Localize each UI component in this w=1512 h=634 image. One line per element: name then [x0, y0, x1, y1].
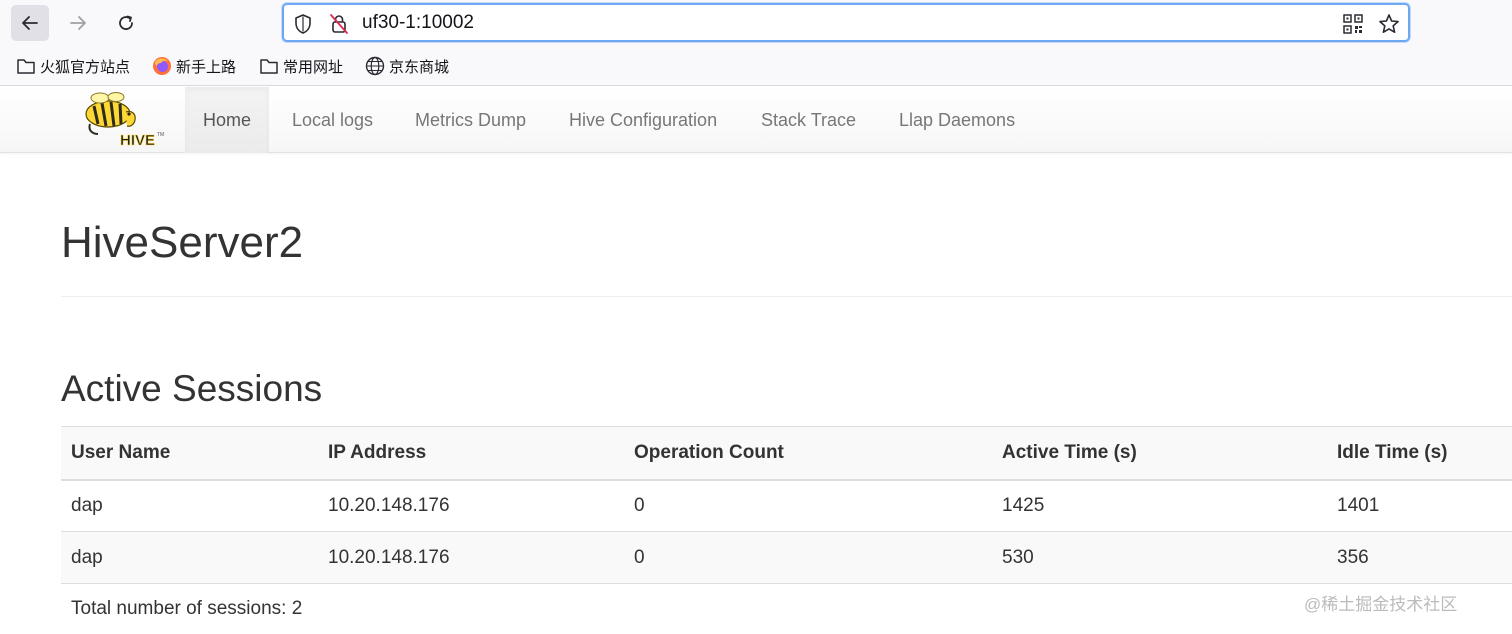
cell-user-name: dap	[61, 531, 318, 584]
cell-idle-time: 356	[1327, 531, 1512, 584]
globe-icon	[365, 56, 385, 76]
firefox-icon	[152, 56, 172, 76]
url-text[interactable]: uf30-1:10002	[362, 12, 474, 34]
column-header: User Name	[61, 426, 318, 481]
section-title: Active Sessions	[61, 368, 323, 409]
hive-logo[interactable]: HIVE TM	[80, 90, 165, 149]
bookmark-star-icon[interactable]	[1378, 13, 1400, 35]
table-header-row: User Name IP Address Operation Count Act…	[61, 426, 1512, 481]
forward-button[interactable]	[59, 5, 97, 41]
arrow-right-icon	[70, 16, 86, 30]
cell-user-name: dap	[61, 479, 318, 532]
column-header: Active Time (s)	[992, 426, 1327, 481]
hive-navbar: HIVE TM Home Local logs Metrics Dump Hiv…	[0, 87, 1512, 153]
qr-code-icon[interactable]	[1342, 13, 1364, 35]
column-header: Idle Time (s)	[1327, 426, 1512, 481]
bookmark-label: 常用网址	[283, 58, 344, 76]
nav-metrics-dump[interactable]: Metrics Dump	[397, 87, 544, 153]
column-header: IP Address	[318, 426, 624, 481]
total-sessions: Total number of sessions: 2	[61, 583, 1512, 634]
cell-operation-count: 0	[624, 531, 992, 584]
browser-toolbar: uf30-1:10002	[0, 0, 1512, 46]
arrow-left-icon	[22, 16, 38, 30]
cell-operation-count: 0	[624, 479, 992, 532]
svg-text:HIVE: HIVE	[120, 132, 155, 148]
divider	[61, 296, 1512, 297]
reload-icon	[119, 15, 133, 30]
nav-home[interactable]: Home	[185, 87, 270, 153]
bookmark-label: 火狐官方站点	[40, 58, 131, 76]
bookmarks-bar: 火狐官方站点 新手上路 常用网址 京东商城	[0, 46, 1512, 86]
table-footer-row: Total number of sessions: 2	[61, 583, 1512, 634]
reload-button[interactable]	[107, 5, 145, 41]
nav-llap-daemons[interactable]: Llap Daemons	[881, 87, 1033, 153]
table-row: dap 10.20.148.176 0 530 356	[61, 531, 1512, 584]
cell-ip-address: 10.20.148.176	[318, 531, 624, 584]
bookmark-item[interactable]: 火狐官方站点	[16, 55, 130, 77]
back-button[interactable]	[11, 5, 49, 41]
nav-stack-trace[interactable]: Stack Trace	[743, 87, 874, 153]
cell-ip-address: 10.20.148.176	[318, 479, 624, 532]
shield-icon[interactable]	[292, 13, 314, 35]
bookmark-label: 新手上路	[176, 58, 237, 76]
column-header: Operation Count	[624, 426, 992, 481]
bookmark-label: 京东商城	[389, 58, 450, 76]
page-title: HiveServer2	[61, 218, 304, 267]
cell-active-time: 1425	[992, 479, 1327, 532]
cell-idle-time: 1401	[1327, 479, 1512, 532]
insecure-lock-icon[interactable]	[328, 13, 350, 35]
folder-icon	[259, 56, 279, 76]
bookmark-item[interactable]: 新手上路	[152, 55, 236, 77]
bookmark-item[interactable]: 常用网址	[259, 55, 343, 77]
cell-active-time: 530	[992, 531, 1327, 584]
bookmark-item[interactable]: 京东商城	[365, 55, 449, 77]
folder-icon	[16, 56, 36, 76]
watermark: @稀土掘金技术社区	[1304, 595, 1458, 614]
url-bar[interactable]: uf30-1:10002	[282, 3, 1410, 42]
table-row: dap 10.20.148.176 0 1425 1401	[61, 479, 1512, 532]
active-sessions-table: User Name IP Address Operation Count Act…	[61, 426, 1512, 634]
nav-local-logs[interactable]: Local logs	[274, 87, 391, 153]
nav-hive-configuration[interactable]: Hive Configuration	[551, 87, 735, 153]
svg-text:TM: TM	[157, 132, 164, 138]
